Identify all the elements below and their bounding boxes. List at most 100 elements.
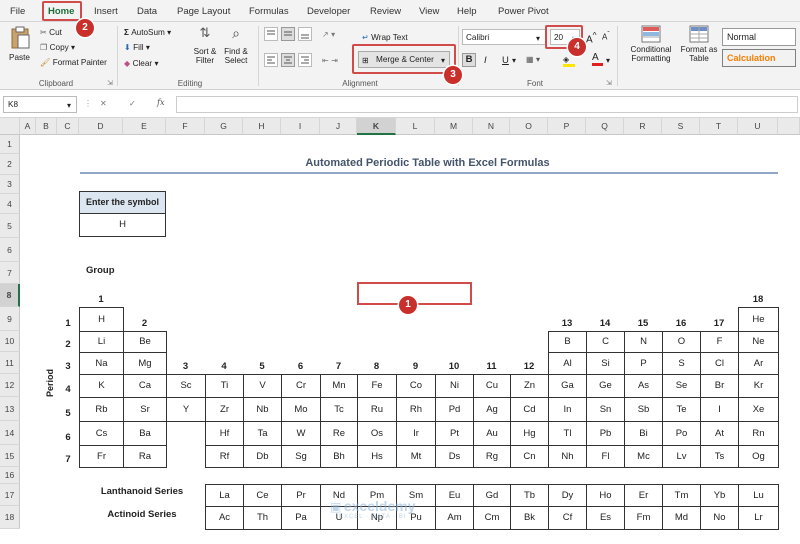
period-number: 3 <box>65 361 71 372</box>
tab-file[interactable]: File <box>10 6 25 17</box>
row-header[interactable]: 9 <box>0 307 20 331</box>
column-header[interactable]: H <box>243 118 281 135</box>
row-header[interactable]: 10 <box>0 331 20 352</box>
row-header[interactable]: 11 <box>0 352 20 374</box>
column-header[interactable]: N <box>473 118 510 135</box>
element-og: Og <box>738 445 779 468</box>
symbol-input[interactable]: H <box>79 214 166 237</box>
tab-help[interactable]: Help <box>457 6 477 17</box>
font-color-button[interactable]: A <box>592 52 603 66</box>
enter-icon[interactable]: ✓ <box>129 98 136 108</box>
sort-filter-button[interactable]: ⇅ Sort & Filter <box>190 25 220 75</box>
column-header[interactable]: D <box>79 118 123 135</box>
align-left-button[interactable] <box>264 53 278 67</box>
align-bottom-button[interactable] <box>298 27 312 41</box>
align-top-button[interactable] <box>264 27 278 41</box>
copy-button[interactable]: ❐ Copy ▾ <box>40 42 75 52</box>
row-header[interactable]: 12 <box>0 374 20 397</box>
column-header[interactable]: A <box>20 118 36 135</box>
column-header[interactable]: O <box>510 118 548 135</box>
column-header[interactable]: Q <box>586 118 624 135</box>
find-select-button[interactable]: ⌕ Find & Select <box>220 25 252 75</box>
row-header[interactable]: 2 <box>0 154 20 175</box>
conditional-formatting-button[interactable]: Conditional Formatting <box>625 25 677 63</box>
element-s: S <box>662 352 701 375</box>
group-number: 7 <box>335 361 342 372</box>
element-hg: Hg <box>510 421 549 446</box>
shrink-font-button[interactable]: Aˇ <box>602 31 610 42</box>
italic-button[interactable]: I <box>484 55 487 66</box>
tab-developer[interactable]: Developer <box>307 6 350 17</box>
row-header[interactable]: 15 <box>0 445 20 467</box>
style-normal[interactable]: Normal <box>722 28 796 46</box>
period-number: 1 <box>65 318 71 329</box>
tab-review[interactable]: Review <box>370 6 401 17</box>
row-header[interactable]: 5 <box>0 214 20 238</box>
row-header[interactable]: 3 <box>0 175 20 194</box>
name-box[interactable]: K8 ▾ <box>3 96 77 113</box>
dialog-launcher-icon[interactable]: ⇲ <box>606 79 612 87</box>
separator <box>258 26 259 86</box>
wrap-text-button[interactable]: ↵ Wrap Text <box>362 32 408 42</box>
column-header[interactable]: J <box>320 118 357 135</box>
cut-button[interactable]: ✂ Cut <box>40 27 62 37</box>
dialog-launcher-icon[interactable]: ⇲ <box>107 79 113 87</box>
fill-button[interactable]: ⬇ Fill ▾ <box>124 42 150 52</box>
paste-button[interactable]: Paste <box>6 26 34 74</box>
tab-insert[interactable]: Insert <box>94 6 118 17</box>
column-header[interactable]: R <box>624 118 662 135</box>
row-header[interactable]: 16 <box>0 467 20 484</box>
alignment-group-label: Alignment <box>342 79 378 88</box>
row-header[interactable]: 4 <box>0 194 20 214</box>
element-cd: Cd <box>510 397 549 422</box>
row-header[interactable]: 13 <box>0 397 20 421</box>
autosum-button[interactable]: Σ AutoSum ▾ <box>124 27 171 37</box>
row-header[interactable]: 18 <box>0 506 20 529</box>
column-header[interactable]: C <box>57 118 79 135</box>
format-painter-button[interactable]: 🖌 Format Painter <box>40 58 107 68</box>
column-header[interactable]: L <box>396 118 435 135</box>
grow-font-button[interactable]: A^ <box>586 30 597 45</box>
clear-button[interactable]: ◆ Clear ▾ <box>124 58 159 68</box>
formula-input[interactable] <box>176 96 798 113</box>
tab-view[interactable]: View <box>419 6 439 17</box>
tab-data[interactable]: Data <box>137 6 157 17</box>
format-as-table-button[interactable]: Format as Table <box>679 25 719 63</box>
row-header[interactable]: 8 <box>0 284 20 307</box>
column-header[interactable]: G <box>205 118 243 135</box>
align-middle-button[interactable] <box>281 27 295 41</box>
cancel-icon[interactable]: ✕ <box>100 98 107 108</box>
borders-icon[interactable]: ▦ ▾ <box>526 54 540 64</box>
column-header[interactable]: M <box>435 118 473 135</box>
column-header[interactable]: E <box>123 118 166 135</box>
row-header[interactable]: 6 <box>0 238 20 262</box>
align-right-button[interactable] <box>298 53 312 67</box>
fx-icon[interactable]: fx <box>157 97 165 107</box>
fill-color-button[interactable]: ◈ <box>563 54 575 67</box>
style-calculation[interactable]: Calculation <box>722 49 796 67</box>
bold-button[interactable]: B <box>462 53 476 67</box>
orientation-icon[interactable]: ↗ ▾ <box>322 29 335 39</box>
column-header[interactable]: K <box>357 118 396 135</box>
row-header[interactable]: 7 <box>0 262 20 284</box>
underline-button[interactable]: U <box>502 55 509 66</box>
select-all-corner[interactable] <box>0 118 20 135</box>
column-header[interactable]: I <box>281 118 320 135</box>
element-br: Br <box>700 374 739 398</box>
column-header[interactable]: B <box>36 118 57 135</box>
column-header[interactable]: F <box>166 118 205 135</box>
row-header[interactable]: 17 <box>0 484 20 506</box>
column-header[interactable]: S <box>662 118 700 135</box>
tab-formulas[interactable]: Formulas <box>249 6 289 17</box>
column-header[interactable]: P <box>548 118 586 135</box>
row-header[interactable]: 14 <box>0 421 20 445</box>
column-header[interactable]: T <box>700 118 738 135</box>
tab-page-layout[interactable]: Page Layout <box>177 6 230 17</box>
font-name-select[interactable]: Calibri ▾ <box>462 29 546 45</box>
column-header[interactable]: U <box>738 118 778 135</box>
element-re: Re <box>320 421 358 446</box>
align-center-button[interactable] <box>281 53 295 67</box>
tab-power-pivot[interactable]: Power Pivot <box>498 6 549 17</box>
row-header[interactable]: 1 <box>0 135 20 154</box>
indent-icon[interactable]: ⇤ ⇥ <box>322 55 338 65</box>
